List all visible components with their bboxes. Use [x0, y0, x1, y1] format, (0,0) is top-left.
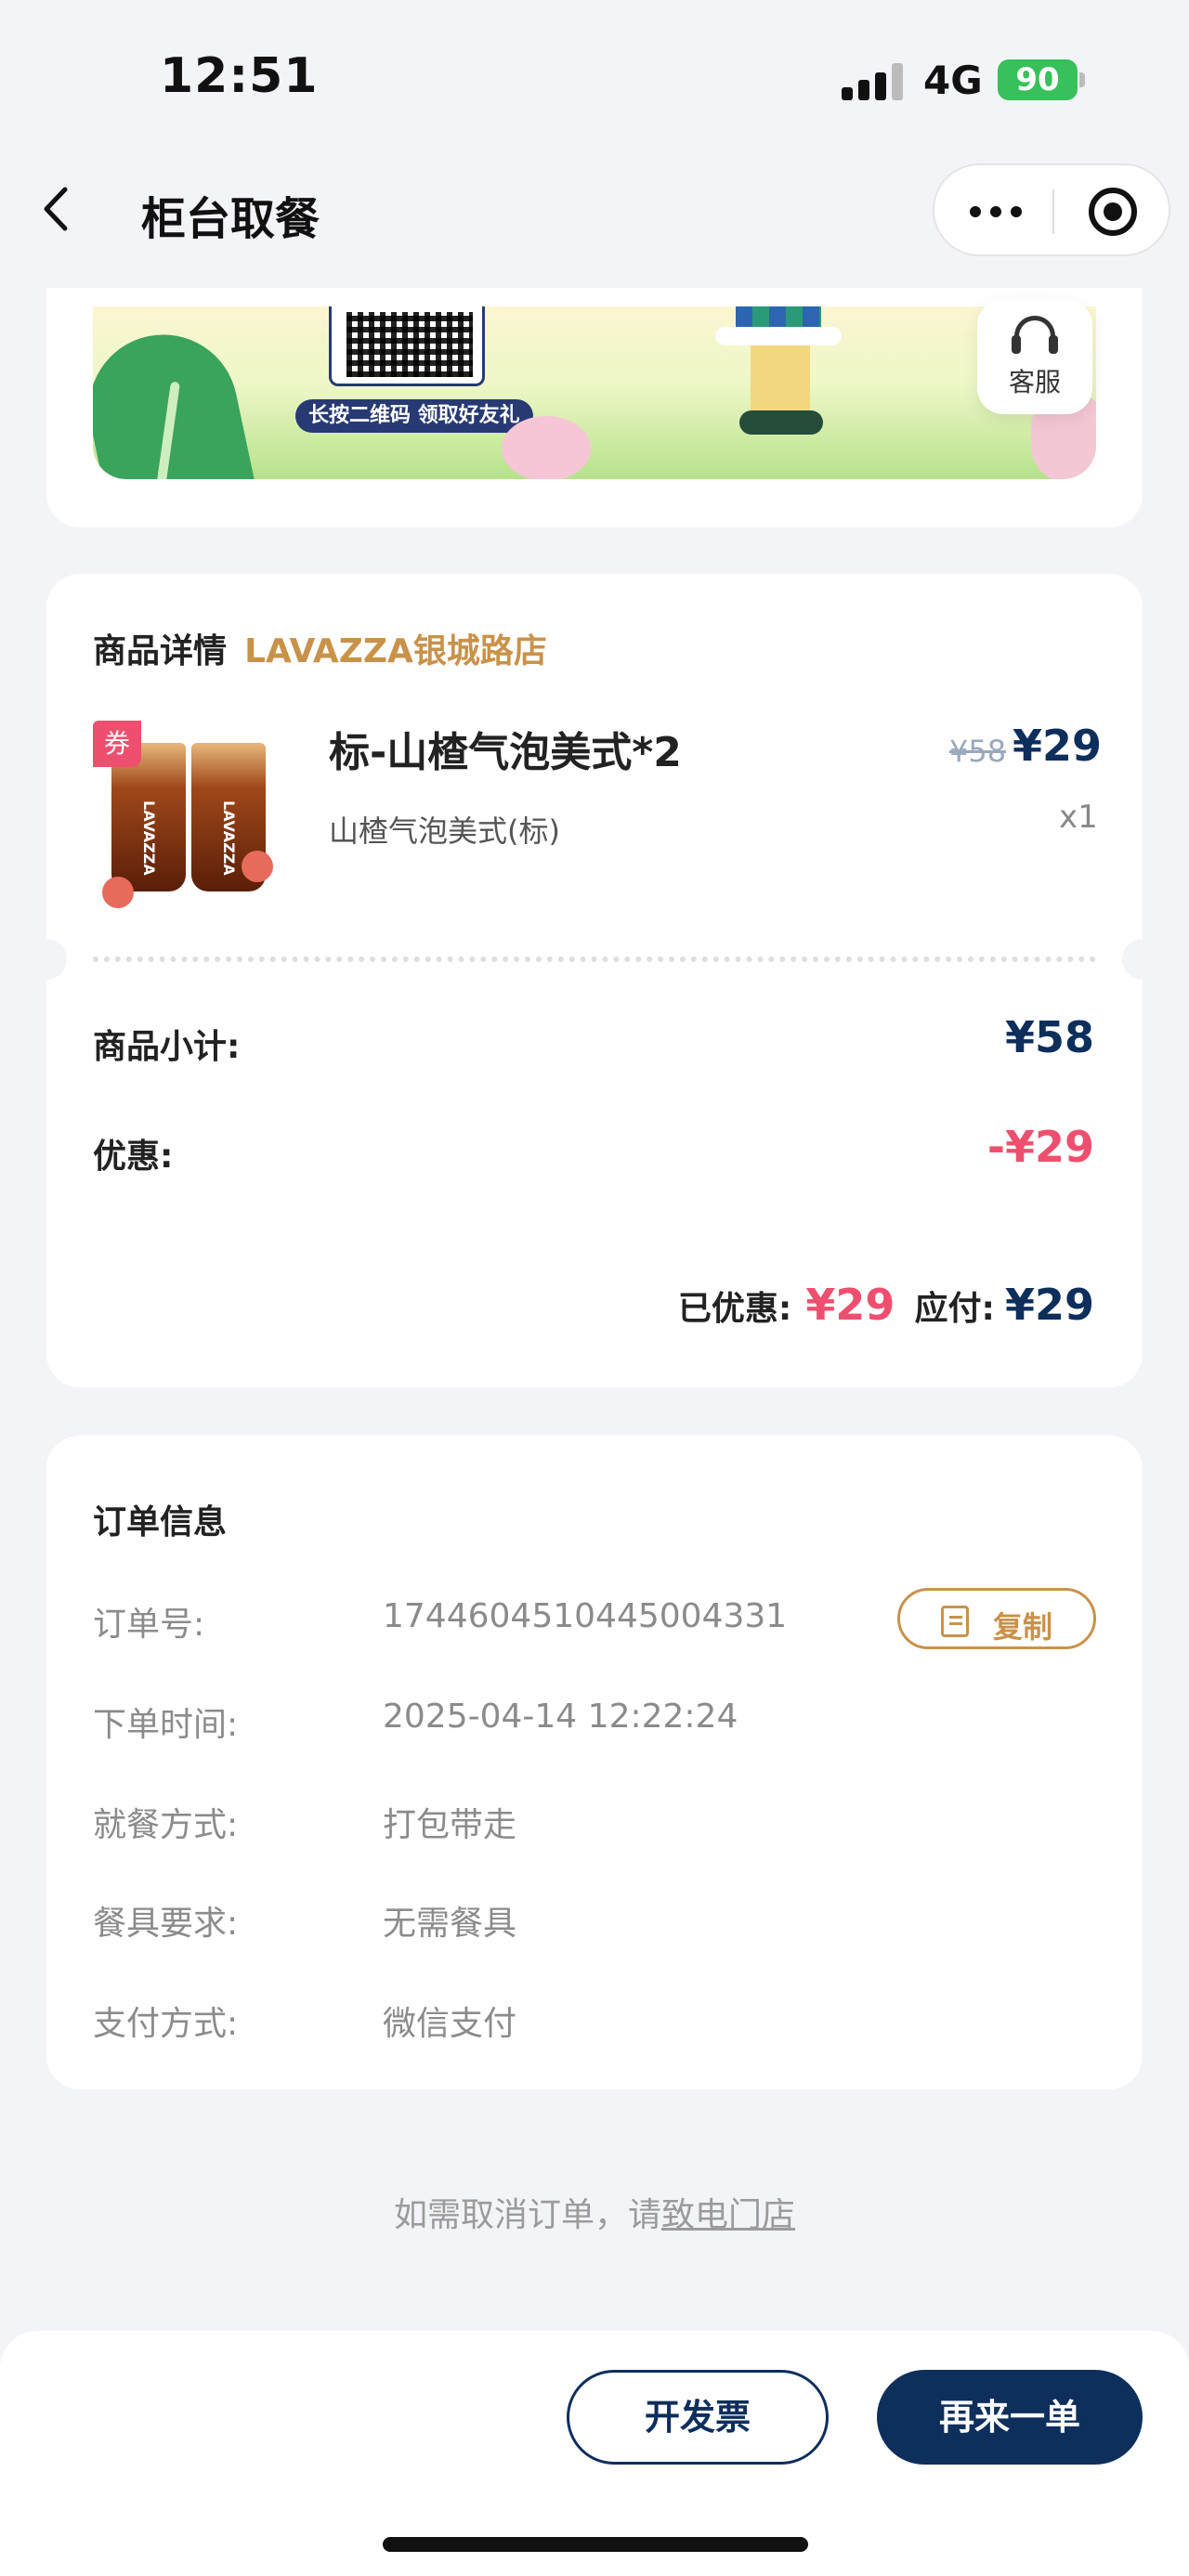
dining-mode-value: 打包带走 [383, 1806, 517, 1844]
product-name: 标-山楂气泡美式*2 [329, 729, 682, 776]
product-spec: 山楂气泡美式(标) [329, 813, 560, 849]
headset-icon [1012, 316, 1058, 354]
call-store-link[interactable]: 致电门店 [661, 2196, 795, 2234]
blossom-decoration [502, 416, 591, 479]
leaf-decoration [93, 320, 260, 479]
qr-code-icon[interactable] [329, 306, 485, 386]
invoice-button[interactable]: 开发票 [567, 2370, 829, 2465]
goods-card [46, 574, 1143, 1387]
home-indicator[interactable] [383, 2537, 808, 2552]
goods-section-title: 商品详情 [93, 632, 228, 670]
payable-value: ¥29 [1004, 1280, 1094, 1330]
goods-header: 商品详情 LAVAZZA银城路店 [93, 624, 547, 672]
order-number-label: 订单号: [93, 1606, 205, 1644]
discount-label: 优惠: [93, 1138, 174, 1176]
page-title: 柜台取餐 [141, 193, 320, 245]
network-type: 4G [923, 58, 983, 103]
back-arrow-icon[interactable] [37, 186, 74, 232]
card-notch-right [1122, 939, 1163, 980]
dining-mode-label: 就餐方式: [93, 1806, 239, 1844]
battery-icon: 90 [998, 59, 1078, 100]
signal-icon [842, 61, 903, 100]
original-price: ¥58 [949, 734, 1007, 769]
copy-label: 复制 [993, 1609, 1053, 1645]
capsule-divider [1052, 189, 1054, 234]
mascot-illustration [713, 306, 843, 446]
payment-summary: 已优惠: ¥29 应付: ¥29 [678, 1280, 1094, 1330]
copy-button[interactable]: 复制 [897, 1588, 1096, 1649]
card-notch-left [26, 939, 67, 980]
saved-label: 已优惠: [677, 1290, 792, 1328]
coupon-badge: 券 [93, 721, 141, 767]
reorder-button[interactable]: 再来一单 [877, 2370, 1143, 2465]
product-quantity: x1 [1059, 799, 1098, 836]
cutlery-value: 无需餐具 [383, 1905, 517, 1943]
qr-caption: 长按二维码 领取好友礼 [295, 399, 533, 433]
payment-method-label: 支付方式: [93, 2005, 239, 2043]
promo-banner[interactable]: 长按二维码 领取好友礼 [93, 306, 1096, 479]
more-icon[interactable] [970, 202, 1022, 221]
cutlery-label: 餐具要求: [93, 1905, 239, 1943]
subtotal-value: ¥58 [1004, 1012, 1094, 1062]
customer-service-button[interactable]: 客服 [977, 299, 1092, 414]
mini-program-capsule [933, 163, 1170, 256]
status-time: 12:51 [160, 48, 319, 104]
store-name: LAVAZZA银城路店 [244, 632, 547, 670]
order-time-value: 2025-04-14 12:22:24 [383, 1698, 738, 1736]
order-number-value: 1744604510445004331 [383, 1597, 788, 1635]
battery-cap [1079, 72, 1085, 87]
order-time-label: 下单时间: [93, 1706, 239, 1744]
target-icon[interactable] [1089, 188, 1137, 236]
battery-level: 90 [1015, 61, 1060, 98]
dotted-divider [93, 956, 1096, 962]
discount-value: -¥29 [986, 1122, 1094, 1172]
product-price: ¥29 [1013, 721, 1103, 771]
service-label: 客服 [1008, 367, 1061, 397]
cancel-note: 如需取消订单，请致电门店 [0, 2188, 1189, 2236]
cancel-note-text: 如需取消订单，请 [393, 2196, 661, 2234]
order-info-title: 订单信息 [93, 1503, 228, 1542]
payment-method-value: 微信支付 [383, 2005, 517, 2043]
payable-label: 应付: [914, 1290, 995, 1328]
saved-value: ¥29 [805, 1280, 895, 1330]
copy-icon [941, 1606, 969, 1637]
subtotal-label: 商品小计: [93, 1028, 241, 1066]
